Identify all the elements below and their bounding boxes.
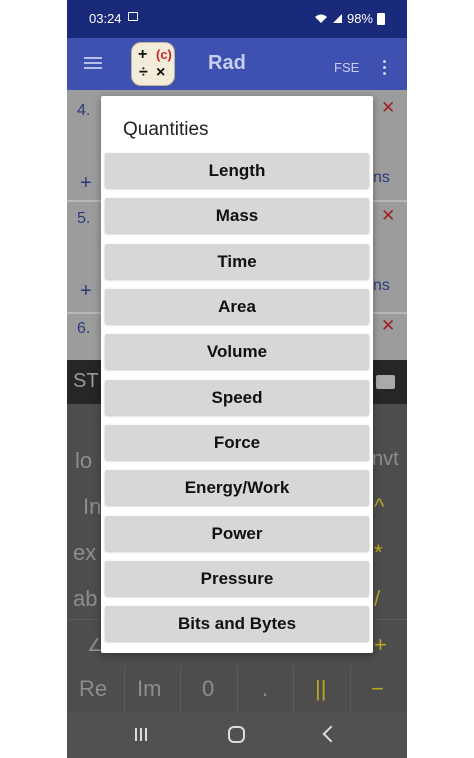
divider: [293, 665, 294, 712]
divider: [350, 665, 351, 712]
signal-icon: [332, 14, 342, 23]
option-bits-and-bytes[interactable]: Bits and Bytes: [105, 606, 369, 641]
status-icons: 98%: [314, 11, 385, 26]
list-item-number: 4.: [77, 102, 91, 119]
gallery-notification-icon: [128, 12, 138, 21]
minus-key[interactable]: −: [371, 676, 384, 702]
list-item-label: ns: [373, 277, 390, 294]
divider: [124, 665, 125, 712]
plus-key[interactable]: +: [374, 632, 387, 658]
option-time[interactable]: Time: [105, 244, 369, 279]
option-pressure[interactable]: Pressure: [105, 561, 369, 596]
real-part-key[interactable]: Re: [79, 676, 107, 702]
stat-label[interactable]: ST: [73, 370, 99, 393]
status-bar: 03:24 98%: [67, 0, 407, 38]
parallel-key[interactable]: ||: [315, 676, 326, 702]
power-key[interactable]: ^: [374, 494, 384, 520]
add-icon[interactable]: +: [80, 172, 92, 195]
battery-icon: [377, 12, 385, 25]
wifi-icon: [314, 14, 327, 23]
exp-key[interactable]: ex: [73, 540, 96, 566]
divide-key[interactable]: /: [374, 586, 380, 612]
log-key[interactable]: lo: [75, 448, 92, 474]
list-item-label: ns: [373, 169, 390, 186]
option-energy-work[interactable]: Energy/Work: [105, 470, 369, 505]
option-speed[interactable]: Speed: [105, 380, 369, 415]
home-icon[interactable]: [228, 726, 245, 743]
dialog-title: Quantities: [123, 119, 209, 140]
delete-icon[interactable]: ✕: [381, 98, 395, 118]
backspace-icon[interactable]: [376, 375, 395, 389]
system-nav-bar: [67, 712, 407, 758]
menu-icon[interactable]: [84, 62, 102, 64]
delete-icon[interactable]: ✕: [381, 316, 395, 336]
option-power[interactable]: Power: [105, 516, 369, 551]
option-length[interactable]: Length: [105, 153, 369, 188]
option-area[interactable]: Area: [105, 289, 369, 324]
quantities-dialog: Quantities Length Mass Time Area Volume …: [101, 96, 373, 653]
decimal-key[interactable]: .: [262, 676, 268, 702]
status-time: 03:24: [89, 11, 122, 26]
delete-icon[interactable]: ✕: [381, 206, 395, 226]
option-force[interactable]: Force: [105, 425, 369, 460]
abs-key[interactable]: ab: [73, 586, 97, 612]
app-bar: + (c) ÷ × Rad FSE: [67, 38, 407, 90]
list-item-number: 5.: [77, 210, 91, 227]
option-volume[interactable]: Volume: [105, 334, 369, 369]
multiply-key[interactable]: *: [374, 540, 383, 566]
option-mass[interactable]: Mass: [105, 198, 369, 233]
format-mode-button[interactable]: FSE: [334, 60, 359, 75]
more-options-icon[interactable]: [383, 60, 386, 63]
angle-mode-title[interactable]: Rad: [208, 52, 246, 75]
list-item-number: 6.: [77, 320, 91, 337]
back-icon[interactable]: [322, 725, 340, 743]
imaginary-part-key[interactable]: Im: [137, 676, 161, 702]
app-logo: + (c) ÷ ×: [131, 42, 175, 86]
divider: [180, 665, 181, 712]
battery-percent: 98%: [346, 11, 373, 26]
add-icon[interactable]: +: [80, 280, 92, 303]
ln-key[interactable]: In: [83, 494, 101, 520]
zero-key[interactable]: 0: [202, 676, 214, 702]
divider: [237, 665, 238, 712]
recent-apps-icon[interactable]: [135, 728, 149, 741]
convert-key[interactable]: nvt: [372, 448, 399, 471]
